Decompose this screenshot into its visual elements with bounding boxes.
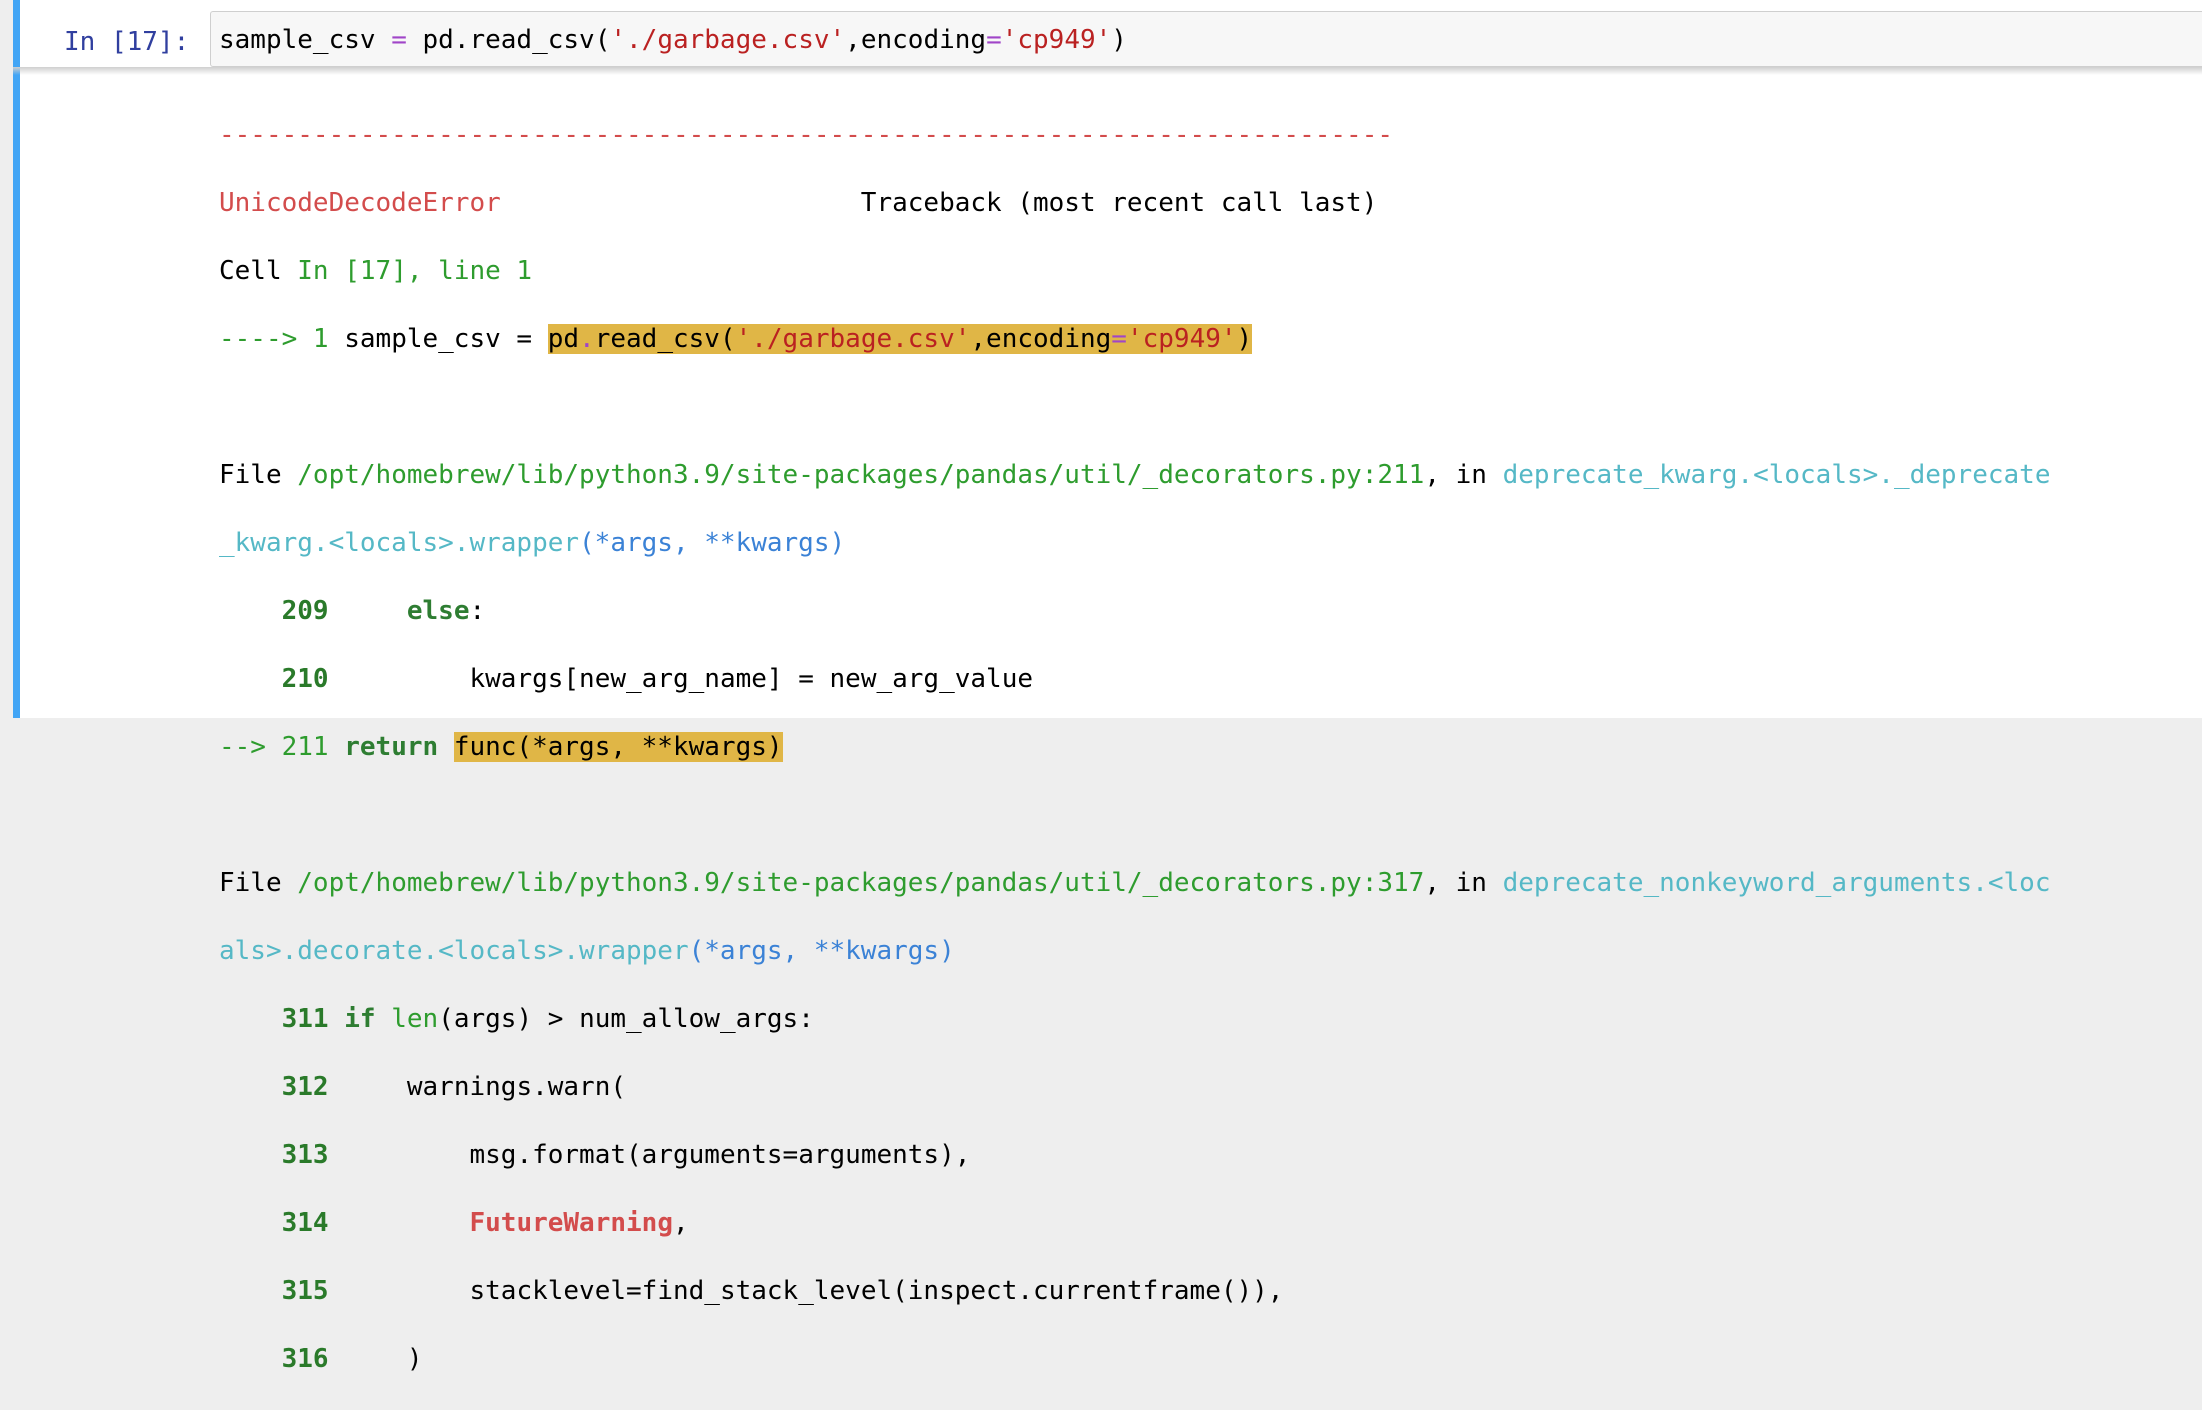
frame2-func-a: deprecate_nonkeyword_arguments.<loc bbox=[1502, 868, 2051, 898]
frame2-path-link[interactable]: /opt/homebrew/lib/python3.9/site-package… bbox=[297, 868, 1424, 898]
frame1-header: File /opt/homebrew/lib/python3.9/site-pa… bbox=[219, 458, 2050, 492]
file-label: File bbox=[219, 460, 298, 490]
traceback-divider: ----------------------------------------… bbox=[219, 120, 1393, 150]
traceback-title: Traceback (most recent call last) bbox=[860, 188, 1378, 218]
keyword: else bbox=[406, 596, 470, 626]
comma: , bbox=[672, 1208, 689, 1238]
in-label: , in bbox=[1424, 868, 1503, 898]
frame1-line-210: 210 kwargs[new_arg_name] = new_arg_value bbox=[219, 662, 2050, 696]
frame1-line-211: --> 211 return func(*args, **kwargs) bbox=[219, 730, 2050, 764]
frame2-line-314: 314 FutureWarning, bbox=[219, 1206, 2050, 1240]
colon: : bbox=[469, 596, 486, 626]
cell-ref-prefix: Cell bbox=[219, 256, 298, 286]
in-label: , in bbox=[1424, 460, 1503, 490]
cell-reference: Cell In [17], line 1 bbox=[219, 254, 2050, 288]
code-input-text[interactable]: sample_csv = pd.read_csv('./garbage.csv'… bbox=[219, 22, 1127, 58]
hl-dot: . bbox=[579, 324, 595, 354]
frame1-args: (*args, **kwargs) bbox=[579, 528, 846, 558]
keyword: return bbox=[344, 732, 439, 762]
line-number: 315 bbox=[281, 1276, 329, 1306]
traceback-output: ----------------------------------------… bbox=[219, 84, 2050, 1410]
frame1-func-b: _kwarg.<locals>.wrapper bbox=[219, 528, 580, 558]
line-number: 313 bbox=[281, 1140, 329, 1170]
code-arg-encoding: ,encoding bbox=[845, 25, 987, 55]
frame1-path-link[interactable]: /opt/homebrew/lib/python3.9/site-package… bbox=[297, 460, 1424, 490]
cell-selection-bar bbox=[13, 0, 20, 718]
line-number: 210 bbox=[281, 664, 329, 694]
cell-ref-link[interactable]: In [17], line 1 bbox=[297, 256, 532, 286]
traceback-header: UnicodeDecodeError Traceback (most recen… bbox=[219, 186, 2050, 220]
cell-prompt: In [17]: bbox=[64, 27, 190, 57]
code: msg.format(arguments=arguments), bbox=[469, 1140, 971, 1170]
code: ) bbox=[406, 1344, 423, 1374]
keyword: if bbox=[344, 1004, 376, 1034]
line-number: 311 bbox=[281, 1004, 329, 1034]
exception-class: FutureWarning bbox=[469, 1208, 673, 1238]
frame2-header-cont: als>.decorate.<locals>.wrapper(*args, **… bbox=[219, 934, 2050, 968]
line-arrow: --> 211 bbox=[219, 732, 345, 762]
frame2-func-b: als>.decorate.<locals>.wrapper bbox=[219, 936, 689, 966]
code: (args) > num_allow_args: bbox=[438, 1004, 814, 1034]
hl-arg2: 'cp949' bbox=[1126, 324, 1237, 354]
frame1-line-209: 209 else: bbox=[219, 594, 2050, 628]
builtin: len bbox=[391, 1004, 439, 1034]
code: kwargs[new_arg_name] = new_arg_value bbox=[469, 664, 1034, 694]
frame1-header-cont: _kwarg.<locals>.wrapper(*args, **kwargs) bbox=[219, 526, 2050, 560]
code-eq: = bbox=[986, 25, 1002, 55]
code: stacklevel=find_stack_level(inspect.curr… bbox=[469, 1276, 1284, 1306]
hl-pd: pd bbox=[547, 324, 580, 354]
highlighted-call: func(*args, **kwargs) bbox=[453, 732, 783, 762]
code-close: ) bbox=[1111, 25, 1127, 55]
line-number: 312 bbox=[281, 1072, 329, 1102]
hl-eq: = bbox=[1111, 324, 1127, 354]
frame2-line-316: 316 ) bbox=[219, 1342, 2050, 1376]
frame2-line-313: 313 msg.format(arguments=arguments), bbox=[219, 1138, 2050, 1172]
code-arg-cp949: 'cp949' bbox=[1001, 25, 1112, 55]
highlighted-call: pd.read_csv('./garbage.csv',encoding='cp… bbox=[547, 324, 1253, 354]
hl-close: ) bbox=[1236, 324, 1253, 354]
line-number: 314 bbox=[281, 1208, 329, 1238]
hl-arg1: './garbage.csv' bbox=[735, 324, 971, 354]
code-var: sample_csv bbox=[219, 25, 376, 55]
error-name: UnicodeDecodeError bbox=[219, 188, 501, 218]
file-label: File bbox=[219, 868, 298, 898]
code-arg-path: './garbage.csv' bbox=[610, 25, 846, 55]
frame2-line-315: 315 stacklevel=find_stack_level(inspect.… bbox=[219, 1274, 2050, 1308]
frame2-line-311: 311 if len(args) > num_allow_args: bbox=[219, 1002, 2050, 1036]
traceback-line-1: ----> 1 sample_csv = pd.read_csv('./garb… bbox=[219, 322, 2050, 356]
line-code-pre: sample_csv = bbox=[344, 324, 548, 354]
code-call: pd.read_csv( bbox=[422, 25, 611, 55]
line-arrow: ----> 1 bbox=[219, 324, 345, 354]
code: warnings.warn( bbox=[406, 1072, 627, 1102]
input-shadow bbox=[13, 67, 2202, 75]
frame2-args: (*args, **kwargs) bbox=[688, 936, 955, 966]
hl-enc: ,encoding bbox=[970, 324, 1112, 354]
frame2-header: File /opt/homebrew/lib/python3.9/site-pa… bbox=[219, 866, 2050, 900]
line-number: 316 bbox=[281, 1344, 329, 1374]
line-number: 209 bbox=[281, 596, 329, 626]
code-assign: = bbox=[375, 25, 423, 55]
frame1-func-a: deprecate_kwarg.<locals>._deprecate bbox=[1502, 460, 2051, 490]
frame2-line-312: 312 warnings.warn( bbox=[219, 1070, 2050, 1104]
hl-call: read_csv( bbox=[594, 324, 736, 354]
